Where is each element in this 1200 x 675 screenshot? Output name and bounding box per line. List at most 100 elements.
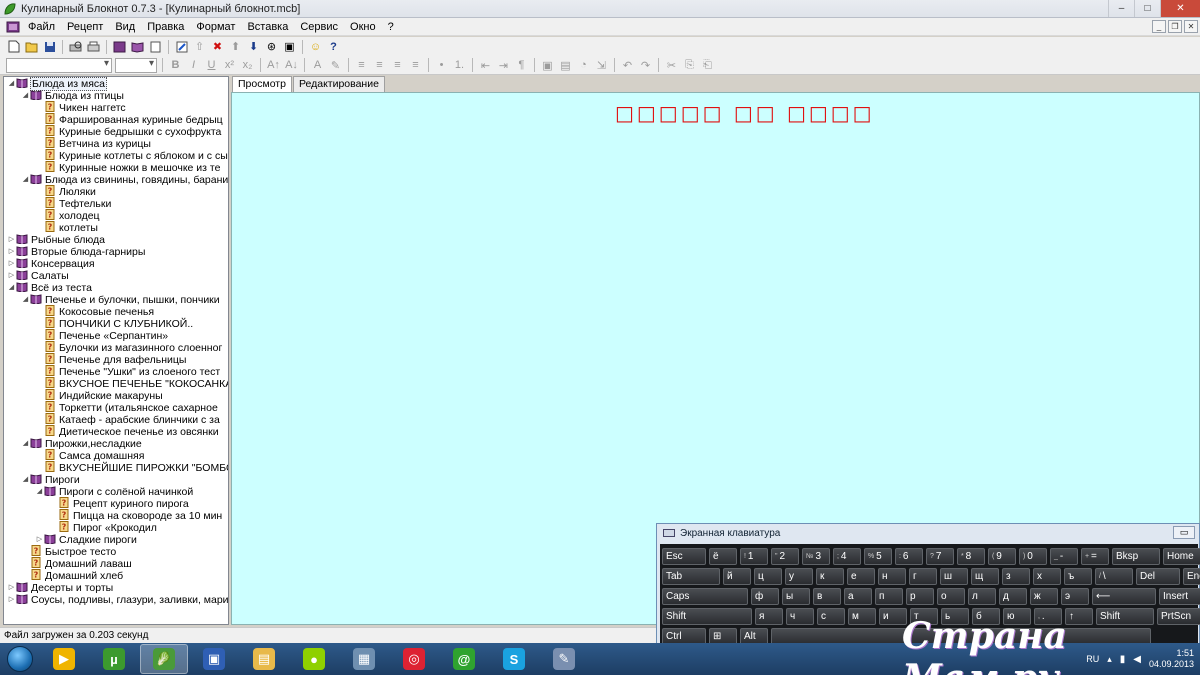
insert-chart-icon[interactable]: ◔ — [576, 58, 591, 73]
image-search-icon[interactable]: ▣ — [282, 39, 297, 54]
osk-key[interactable]: / \ — [1095, 568, 1133, 585]
tree-recipe[interactable]: ? Булочки из магазинного слоенног — [35, 341, 223, 354]
font-grow-icon[interactable]: A↑ — [266, 58, 281, 73]
smiley-icon[interactable]: ☺ — [308, 39, 323, 54]
tree-recipe[interactable]: ? котлеты — [35, 221, 99, 234]
taskbar-chrome[interactable]: ◎ — [390, 644, 438, 674]
osk-key[interactable]: Del — [1136, 568, 1180, 585]
tree-expander-icon[interactable]: ▷ — [7, 234, 16, 246]
osk-key[interactable]: " 2 — [771, 548, 799, 565]
taskbar-mail-agent[interactable]: @ — [440, 644, 488, 674]
tree-recipe[interactable]: ? Катаеф - арабские блинчики с за — [35, 413, 221, 426]
tree-folder[interactable]: ◢ Пирожки,несладкие — [21, 438, 143, 450]
undo-icon[interactable]: ↶ — [620, 58, 635, 73]
osk-key[interactable]: ё — [709, 548, 737, 565]
binoculars-icon[interactable]: ⊛ — [264, 39, 279, 54]
tree-recipe[interactable]: ? ВКУСНЕЙШИЕ ПИРОЖКИ "БОМБОЧ — [35, 461, 228, 474]
align-center-icon[interactable]: ≡ — [372, 58, 387, 73]
taskbar-culinary-notebook[interactable]: 🥬 — [140, 644, 188, 674]
osk-key[interactable]: Caps — [662, 588, 748, 605]
osk-key[interactable]: End — [1183, 568, 1200, 585]
print-icon[interactable] — [86, 39, 101, 54]
taskbar-explorer[interactable]: ▤ — [240, 644, 288, 674]
osk-key[interactable]: ы — [782, 588, 810, 605]
underline-icon[interactable]: U — [204, 58, 219, 73]
osk-key[interactable]: ( 9 — [988, 548, 1016, 565]
bold-icon[interactable]: B — [168, 58, 183, 73]
tree-expander-icon[interactable]: ◢ — [21, 438, 30, 450]
tree-expander-icon[interactable]: ◢ — [7, 282, 16, 294]
osk-key[interactable]: м — [848, 608, 876, 625]
osk-key[interactable]: н — [878, 568, 906, 585]
edit-icon[interactable] — [174, 39, 189, 54]
osk-key[interactable]: : 6 — [895, 548, 923, 565]
osk-key[interactable]: а — [844, 588, 872, 605]
osk-key[interactable]: д — [999, 588, 1027, 605]
osk-key[interactable]: я — [755, 608, 783, 625]
tree-expander-icon[interactable]: ◢ — [7, 78, 16, 90]
taskbar-media-player[interactable]: ▶ — [40, 644, 88, 674]
page-icon[interactable] — [148, 39, 163, 54]
tab-view[interactable]: Просмотр — [232, 76, 292, 93]
osk-key[interactable]: з — [1002, 568, 1030, 585]
menu-help[interactable]: ? — [382, 18, 400, 36]
tree-recipe[interactable]: ? Пицца на сковороде за 10 мин — [49, 509, 223, 522]
outdent-icon[interactable]: ⇤ — [478, 58, 493, 73]
taskbar-network[interactable]: ▦ — [340, 644, 388, 674]
tree-recipe[interactable]: ? Торкетти (итальянское сахарное — [35, 401, 219, 414]
menu-window[interactable]: Окно — [344, 18, 382, 36]
tree-recipe[interactable]: ? Диетическое печенье из овсянки — [35, 425, 220, 438]
tree-recipe[interactable]: ? Пирог «Крокодил — [49, 521, 158, 534]
taskbar-paint[interactable]: ✎ — [540, 644, 588, 674]
save-icon[interactable] — [42, 39, 57, 54]
tree-recipe[interactable]: ? Куринные ножки в мешочке из те — [35, 161, 221, 174]
menu-file[interactable]: Файл — [22, 18, 61, 36]
temperature-icon[interactable]: ⇲ — [594, 58, 609, 73]
osk-key[interactable]: щ — [971, 568, 999, 585]
book-open-icon[interactable] — [130, 39, 145, 54]
maximize-button[interactable]: □ — [1134, 0, 1160, 17]
osk-key[interactable]: р — [906, 588, 934, 605]
move-up-icon[interactable]: ⬆ — [228, 39, 243, 54]
osk-key[interactable]: % 5 — [864, 548, 892, 565]
mdi-close-button[interactable]: ✕ — [1184, 20, 1198, 33]
tree-recipe[interactable]: ? Домашний хлеб — [21, 569, 124, 582]
align-left-icon[interactable]: ≡ — [354, 58, 369, 73]
menu-service[interactable]: Сервис — [294, 18, 344, 36]
osk-key[interactable]: № 3 — [802, 548, 830, 565]
help-icon[interactable]: ? — [326, 39, 341, 54]
osk-key[interactable]: х — [1033, 568, 1061, 585]
tree-expander-icon[interactable]: ◢ — [21, 474, 30, 486]
font-shrink-icon[interactable]: A↓ — [284, 58, 299, 73]
osk-key[interactable]: г — [909, 568, 937, 585]
start-button[interactable] — [0, 643, 40, 675]
osk-minimize-button[interactable]: ▭ — [1173, 526, 1195, 539]
menu-format[interactable]: Формат — [190, 18, 241, 36]
tree-recipe[interactable]: ? Фаршированная куриные бедрыц — [35, 113, 224, 126]
osk-key[interactable]: ; 4 — [833, 548, 861, 565]
taskbar-utorrent[interactable]: µ — [90, 644, 138, 674]
recipe-tree[interactable]: ◢ Блюда из мяса ◢ Блюда из птицы? Чикен нагг… — [3, 76, 229, 625]
osk-key[interactable]: Insert — [1159, 588, 1200, 605]
osk-key[interactable]: у — [785, 568, 813, 585]
tab-edit[interactable]: Редактирование — [292, 76, 385, 92]
tree-expander-icon[interactable]: ◢ — [35, 486, 44, 498]
insert-image-icon[interactable]: ▣ — [540, 58, 555, 73]
align-right-icon[interactable]: ≡ — [390, 58, 405, 73]
osk-key[interactable]: ! 1 — [740, 548, 768, 565]
highlight-icon[interactable]: ✎ — [328, 58, 343, 73]
osk-key[interactable]: ф — [751, 588, 779, 605]
bullet-list-icon[interactable]: • — [434, 58, 449, 73]
osk-key[interactable]: ? 7 — [926, 548, 954, 565]
osk-key[interactable]: ш — [940, 568, 968, 585]
osk-key[interactable]: + = — [1081, 548, 1109, 565]
tree-expander-icon[interactable]: ▷ — [7, 246, 16, 258]
osk-key[interactable]: Bksp — [1112, 548, 1160, 565]
tree-expander-icon[interactable]: ◢ — [21, 294, 30, 306]
indent-icon[interactable]: ⇥ — [496, 58, 511, 73]
document-book-icon[interactable] — [6, 21, 20, 33]
tree-folder[interactable]: ◢ Всё из теста — [7, 282, 93, 294]
osk-key[interactable]: Home — [1163, 548, 1200, 565]
osk-key[interactable]: о — [937, 588, 965, 605]
menu-insert[interactable]: Вставка — [241, 18, 294, 36]
